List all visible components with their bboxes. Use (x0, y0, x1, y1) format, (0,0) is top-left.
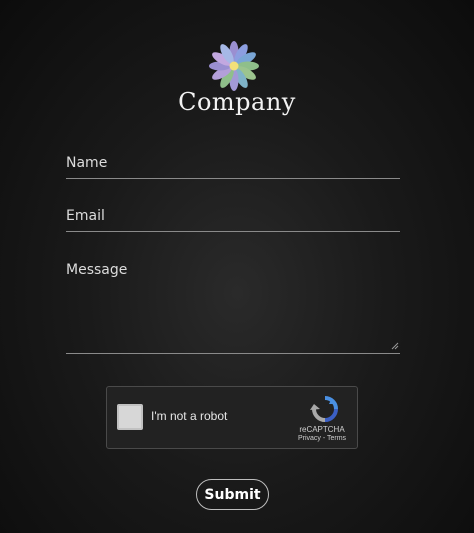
flower-logo-icon (209, 41, 259, 91)
recaptcha-label: I'm not a robot (151, 409, 228, 423)
resize-handle-icon[interactable] (391, 342, 399, 350)
recaptcha-widget: I'm not a robot reCAPTCHA Privacy - Term… (106, 386, 358, 449)
email-label: Email (66, 208, 105, 224)
submit-button[interactable]: Submit (196, 479, 269, 510)
message-field[interactable]: Message (66, 262, 400, 354)
name-underline (66, 178, 400, 179)
name-field[interactable]: Name (66, 155, 400, 179)
recaptcha-icon (310, 396, 338, 422)
email-field[interactable]: Email (66, 208, 400, 232)
company-name: Company (178, 88, 296, 116)
recaptcha-checkbox[interactable] (117, 404, 143, 430)
recaptcha-links[interactable]: Privacy - Terms (287, 435, 357, 442)
message-label: Message (66, 262, 128, 278)
name-label: Name (66, 155, 108, 171)
email-underline (66, 231, 400, 232)
message-underline (66, 353, 400, 354)
recaptcha-brand: reCAPTCHA (299, 425, 345, 434)
